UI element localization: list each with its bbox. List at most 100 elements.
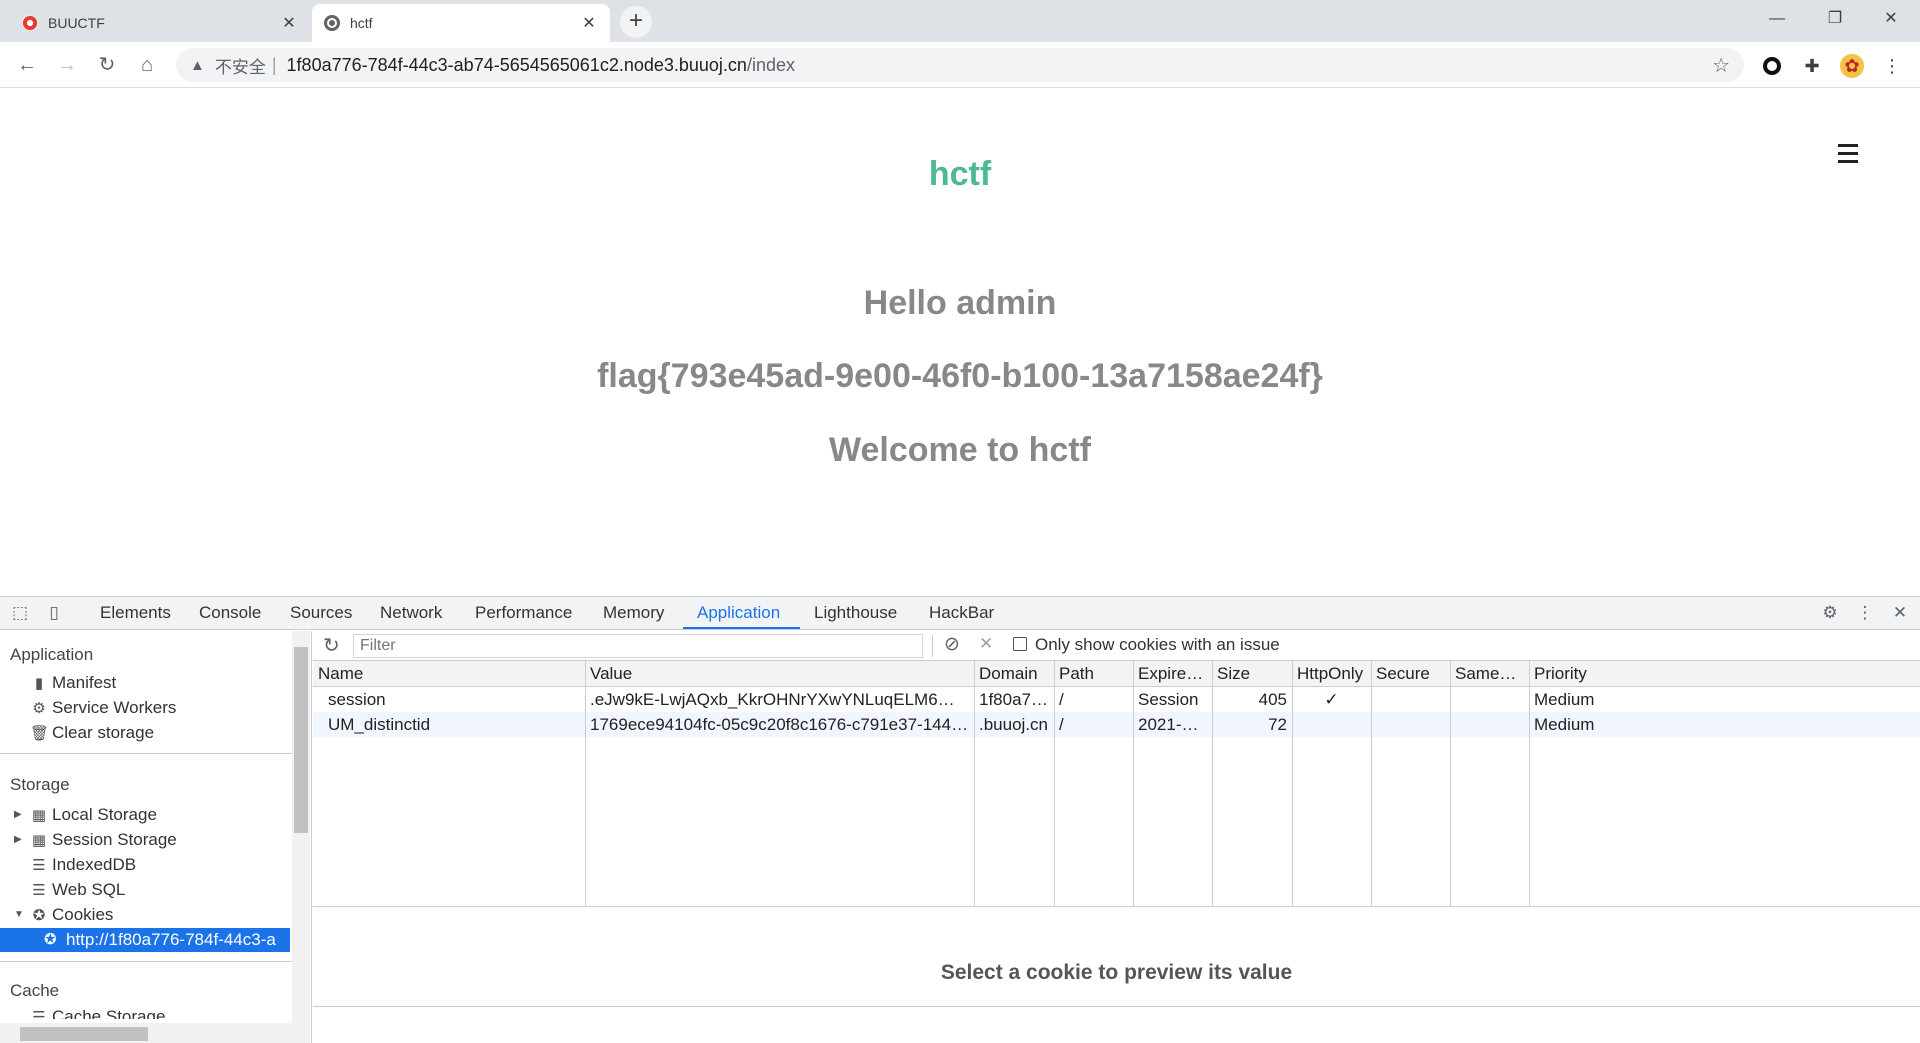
security-label: 不安全 <box>214 57 266 77</box>
cookie-secure <box>1371 687 1450 712</box>
sidebar-horizontal-scrollbar[interactable] <box>0 1023 292 1043</box>
sidebar-item-indexeddb[interactable]: ☰ IndexedDB <box>30 853 136 877</box>
sidebar-item-label: Manifest <box>52 673 117 692</box>
restore-icon[interactable]: ❐ <box>1806 0 1864 38</box>
tab-memory[interactable]: Memory <box>603 597 664 629</box>
close-icon[interactable]: ✕ <box>580 13 598 33</box>
home-icon[interactable]: ⌂ <box>132 50 162 80</box>
column-header-expires[interactable]: Expires / ... <box>1133 661 1212 686</box>
delete-selected-icon[interactable]: ✕ <box>979 634 993 654</box>
column-header-path[interactable]: Path <box>1054 661 1133 686</box>
cookie-httponly <box>1292 712 1371 737</box>
site-brand[interactable]: hctf <box>0 155 1920 194</box>
cookie-domain: 1f80a776... <box>979 690 1054 709</box>
only-issues-checkbox[interactable] <box>1013 637 1027 651</box>
sidebar-item-cache-storage[interactable]: ☰ Cache Storage <box>30 1005 165 1019</box>
sidebar-item-session-storage[interactable]: ▶ ▦ Session Storage <box>14 828 177 852</box>
sidebar-item-service-workers[interactable]: ⚙ Service Workers <box>30 696 176 720</box>
sidebar-item-label: Service Workers <box>52 698 177 717</box>
cookie-secure <box>1371 712 1450 737</box>
flag-heading: flag{793e45ad-9e00-46f0-b100-13a7158ae24… <box>597 357 1323 395</box>
column-header-name[interactable]: Name <box>313 661 585 686</box>
column-header-httponly[interactable]: HttpOnly <box>1292 661 1371 686</box>
devtools-tab-bar: ⬚ ▯ Elements Console Sources Network Per… <box>0 597 1920 630</box>
table-row[interactable]: UM_distinctid 1769ece94104fc-05c9c20f8c1… <box>313 712 1920 737</box>
more-vert-icon[interactable]: ⋮ <box>1855 603 1875 623</box>
column-header-size[interactable]: Size <box>1212 661 1292 686</box>
sidebar-item-label: http://1f80a776-784f-44c3-a <box>66 930 276 949</box>
sidebar-item-cookies[interactable]: ▼ ✪ Cookies <box>14 903 113 927</box>
greeting-heading: Hello admin <box>863 284 1057 322</box>
column-divider <box>1292 661 1293 907</box>
cookie-path: / <box>1059 715 1064 734</box>
tab-performance[interactable]: Performance <box>475 597 572 629</box>
grid-icon: ▦ <box>31 832 47 849</box>
table-row[interactable]: session .eJw9kE-LwjAQxb_KkrOHNrYXwYNLuqE… <box>313 687 1920 712</box>
close-icon[interactable]: ✕ <box>280 13 298 33</box>
bookmark-star-icon[interactable]: ☆ <box>1712 53 1730 78</box>
reload-icon[interactable]: ↻ <box>92 50 122 80</box>
column-header-samesite[interactable]: SameSite <box>1450 661 1529 686</box>
cookie-value: .eJw9kE-LwjAQxb_KkrOHNrYXwYNLuqELM6WSWiY… <box>590 690 974 709</box>
sidebar-section-storage: Storage <box>10 775 70 794</box>
column-header-value[interactable]: Value <box>585 661 974 686</box>
sidebar-item-local-storage[interactable]: ▶ ▦ Local Storage <box>14 803 157 827</box>
window-close-icon[interactable]: ✕ <box>1862 0 1920 38</box>
database-icon: ☰ <box>32 882 46 899</box>
new-tab-button[interactable]: + <box>620 6 652 38</box>
extensions-puzzle-icon[interactable]: ✚ <box>1800 54 1824 78</box>
scrollbar-thumb[interactable] <box>20 1027 148 1041</box>
tab-sources[interactable]: Sources <box>290 597 352 629</box>
cookie-expires: Session <box>1138 690 1199 709</box>
forward-arrow-icon[interactable]: → <box>52 50 82 80</box>
collapse-arrow-icon[interactable]: ▼ <box>14 903 24 927</box>
only-issues-label: Only show cookies with an issue <box>1035 635 1280 654</box>
globe-icon <box>324 15 340 31</box>
inspect-element-icon[interactable]: ⬚ <box>10 603 30 623</box>
sidebar-item-cookie-origin[interactable]: ✪ http://1f80a776-784f-44c3-a <box>0 928 290 952</box>
address-path: /index <box>746 54 795 75</box>
tab-application[interactable]: Application <box>683 597 800 629</box>
browser-tab-buuctf[interactable]: BUUCTF ✕ <box>10 4 310 42</box>
device-toolbar-icon[interactable]: ▯ <box>44 603 64 623</box>
settings-gear-icon[interactable]: ⚙ <box>1820 603 1840 623</box>
sidebar-item-label: Web SQL <box>52 880 126 899</box>
sidebar-item-clear-storage[interactable]: 🗑 Clear storage <box>30 721 154 745</box>
tab-console[interactable]: Console <box>199 597 261 629</box>
refresh-icon[interactable]: ↻ <box>323 633 340 658</box>
minimize-icon[interactable]: — <box>1748 0 1806 38</box>
scrollbar-thumb[interactable] <box>294 647 308 833</box>
browser-tab-hctf[interactable]: hctf ✕ <box>312 4 610 42</box>
column-divider <box>1054 661 1055 907</box>
cookie-filter-input[interactable] <box>353 634 923 658</box>
sidebar-vertical-scrollbar[interactable] <box>292 631 310 1043</box>
expand-arrow-icon[interactable]: ▶ <box>14 803 22 827</box>
cookies-panel: ↻ ⊘ ✕ Only show cookies with an issue Na… <box>313 631 1920 1043</box>
extension-circle-icon[interactable] <box>1760 54 1784 78</box>
tab-elements[interactable]: Elements <box>100 597 171 629</box>
document-icon: ▮ <box>34 675 44 692</box>
column-divider <box>1212 661 1213 907</box>
back-arrow-icon[interactable]: ← <box>12 50 42 80</box>
tab-network[interactable]: Network <box>380 597 442 629</box>
column-header-secure[interactable]: Secure <box>1371 661 1450 686</box>
profile-avatar-icon[interactable]: ✿ <box>1840 54 1864 78</box>
cookie-path: / <box>1059 690 1064 709</box>
tab-lighthouse[interactable]: Lighthouse <box>814 597 897 629</box>
sidebar-item-manifest[interactable]: ▮ Manifest <box>30 671 116 695</box>
more-vert-icon[interactable]: ⋮ <box>1880 54 1904 78</box>
sidebar-item-label: Clear storage <box>52 723 155 742</box>
column-divider <box>1133 661 1134 907</box>
column-divider <box>1529 661 1530 907</box>
address-bar[interactable]: ▲ 不安全 | 1f80a776-784f-44c3-ab74-56545650… <box>176 48 1744 82</box>
cookie-icon: ✪ <box>32 907 46 924</box>
sidebar-item-web-sql[interactable]: ☰ Web SQL <box>30 878 125 902</box>
expand-arrow-icon[interactable]: ▶ <box>14 828 22 852</box>
column-divider <box>974 661 975 907</box>
clear-all-icon[interactable]: ⊘ <box>944 633 960 656</box>
column-header-priority[interactable]: Priority <box>1529 661 1624 686</box>
hamburger-menu-icon[interactable] <box>1834 141 1862 169</box>
column-header-domain[interactable]: Domain <box>974 661 1054 686</box>
tab-hackbar[interactable]: HackBar <box>929 597 994 629</box>
close-devtools-icon[interactable]: ✕ <box>1890 603 1910 623</box>
